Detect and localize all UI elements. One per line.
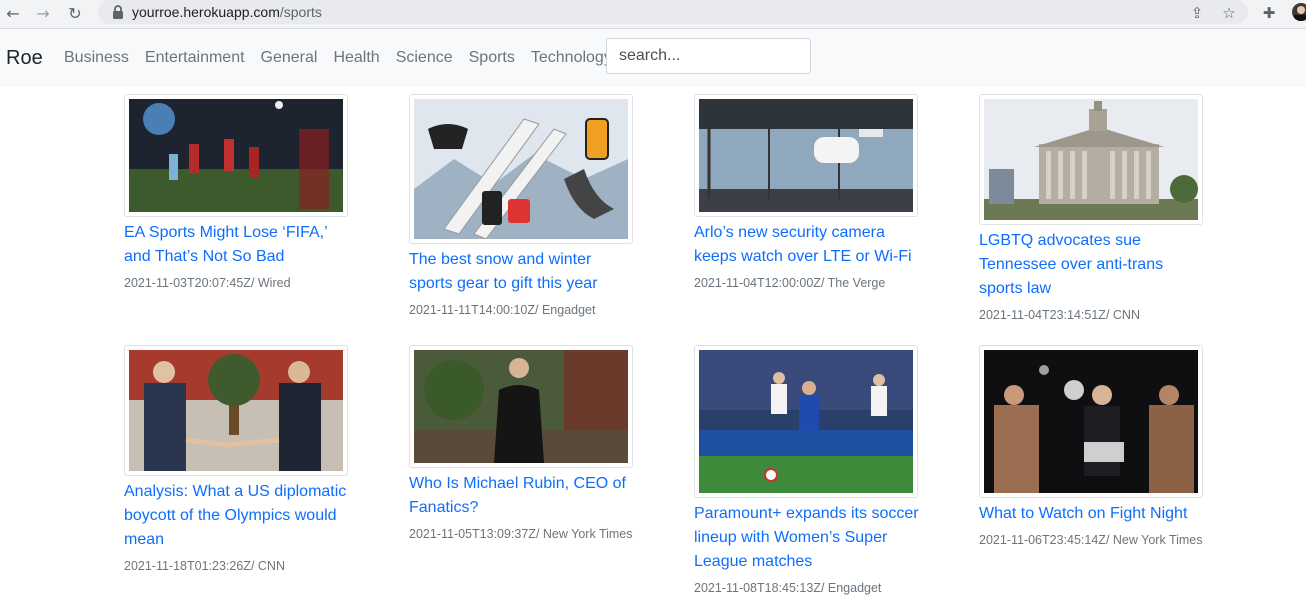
article-card: Arlo’s new security camera keeps watch o… (694, 94, 924, 291)
category-nav: Business Entertainment General Health Sc… (64, 49, 612, 67)
back-icon[interactable]: ← (2, 2, 24, 24)
article-meta: 2021-11-05T13:09:37Z/ New York Times (409, 527, 633, 541)
boxing-faceoff-image (984, 350, 1198, 493)
brand-logo[interactable]: Roe (6, 47, 43, 70)
article-title[interactable]: Analysis: What a US diplomatic boycott o… (124, 480, 349, 552)
article-thumbnail[interactable] (124, 345, 348, 476)
article-meta: 2021-11-06T23:45:14Z/ New York Times (979, 533, 1203, 547)
article-card: The best snow and winter sports gear to … (409, 94, 639, 318)
article-meta: 2021-11-08T18:45:13Z/ Engadget (694, 581, 882, 595)
capitol-building-image (984, 99, 1198, 220)
article-card: Paramount+ expands its soccer lineup wit… (694, 345, 924, 596)
search-input[interactable] (606, 38, 811, 74)
article-thumbnail[interactable] (694, 94, 918, 217)
article-meta: 2021-11-11T14:00:10Z/ Engadget (409, 303, 596, 317)
man-portrait-image (414, 350, 628, 463)
womens-soccer-image (699, 350, 913, 493)
nav-link-science[interactable]: Science (396, 49, 453, 67)
url-text[interactable]: yourroe.herokuapp.com/sports (132, 4, 322, 20)
nav-link-business[interactable]: Business (64, 49, 129, 67)
nav-link-entertainment[interactable]: Entertainment (145, 49, 245, 67)
nav-link-health[interactable]: Health (333, 49, 379, 67)
article-card: Who Is Michael Rubin, CEO of Fanatics? 2… (409, 345, 639, 542)
article-title[interactable]: Arlo’s new security camera keeps watch o… (694, 221, 919, 269)
article-thumbnail[interactable] (409, 345, 633, 468)
lock-icon (113, 5, 123, 19)
article-title[interactable]: The best snow and winter sports gear to … (409, 248, 634, 296)
forward-icon[interactable]: → (32, 2, 54, 24)
ski-gear-image (414, 99, 628, 239)
article-meta: 2021-11-18T01:23:26Z/ CNN (124, 559, 285, 573)
article-thumbnail[interactable] (979, 94, 1203, 225)
article-title[interactable]: Paramount+ expands its soccer lineup wit… (694, 502, 919, 574)
nav-link-general[interactable]: General (261, 49, 318, 67)
nav-link-sports[interactable]: Sports (469, 49, 515, 67)
article-thumbnail[interactable] (409, 94, 633, 244)
article-title[interactable]: What to Watch on Fight Night (979, 502, 1204, 526)
security-camera-image (699, 99, 913, 212)
article-card: EA Sports Might Lose ‘FIFA,’ and That’s … (124, 94, 354, 291)
article-meta: 2021-11-03T20:07:45Z/ Wired (124, 276, 291, 290)
article-title[interactable]: EA Sports Might Lose ‘FIFA,’ and That’s … (124, 221, 349, 269)
nav-link-technology[interactable]: Technology (531, 49, 612, 67)
article-thumbnail[interactable] (694, 345, 918, 498)
star-icon[interactable]: ☆ (1218, 2, 1240, 24)
article-meta: 2021-11-04T23:14:51Z/ CNN (979, 308, 1140, 322)
article-title[interactable]: LGBTQ advocates sue Tennessee over anti-… (979, 229, 1204, 301)
article-card: LGBTQ advocates sue Tennessee over anti-… (979, 94, 1209, 323)
extensions-icon[interactable]: ✚ (1258, 2, 1280, 24)
diplomats-image (129, 350, 343, 471)
article-title[interactable]: Who Is Michael Rubin, CEO of Fanatics? (409, 472, 634, 520)
browser-toolbar: ← → ↻ yourroe.herokuapp.com/sports ⇪ ☆ ✚ (0, 0, 1306, 29)
soccer-game-image (129, 99, 343, 212)
article-card: Analysis: What a US diplomatic boycott o… (124, 345, 354, 574)
app-navbar: Roe Business Entertainment General Healt… (0, 29, 1306, 87)
article-thumbnail[interactable] (979, 345, 1203, 498)
share-icon[interactable]: ⇪ (1186, 2, 1208, 24)
profile-avatar[interactable] (1292, 3, 1306, 21)
article-thumbnail[interactable] (124, 94, 348, 217)
article-meta: 2021-11-04T12:00:00Z/ The Verge (694, 276, 886, 290)
article-card: What to Watch on Fight Night 2021-11-06T… (979, 345, 1209, 548)
reload-icon[interactable]: ↻ (64, 2, 86, 24)
